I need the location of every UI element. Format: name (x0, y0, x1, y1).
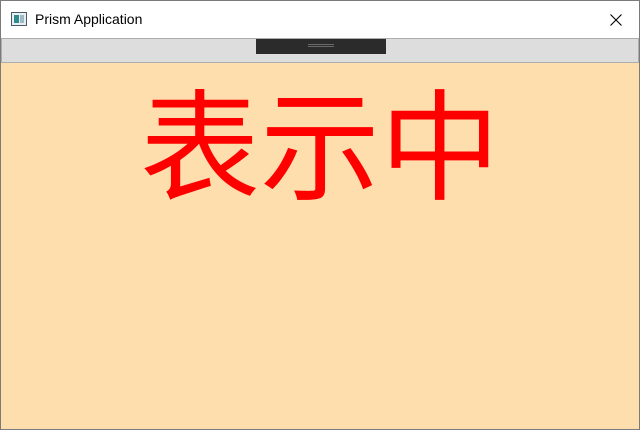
drag-handle-icon (308, 44, 334, 50)
application-window: Prism Application Next 表示中 (0, 0, 640, 430)
display-status-text: 表示中 (140, 80, 500, 219)
debug-toolbar-overlay[interactable] (256, 39, 386, 54)
window-title: Prism Application (35, 11, 143, 27)
next-button[interactable]: Next (1, 38, 639, 63)
close-icon (610, 13, 622, 26)
close-button[interactable] (593, 1, 639, 38)
title-bar[interactable]: Prism Application (1, 1, 639, 38)
app-window-icon (11, 12, 27, 26)
content-region: 表示中 (1, 63, 639, 429)
